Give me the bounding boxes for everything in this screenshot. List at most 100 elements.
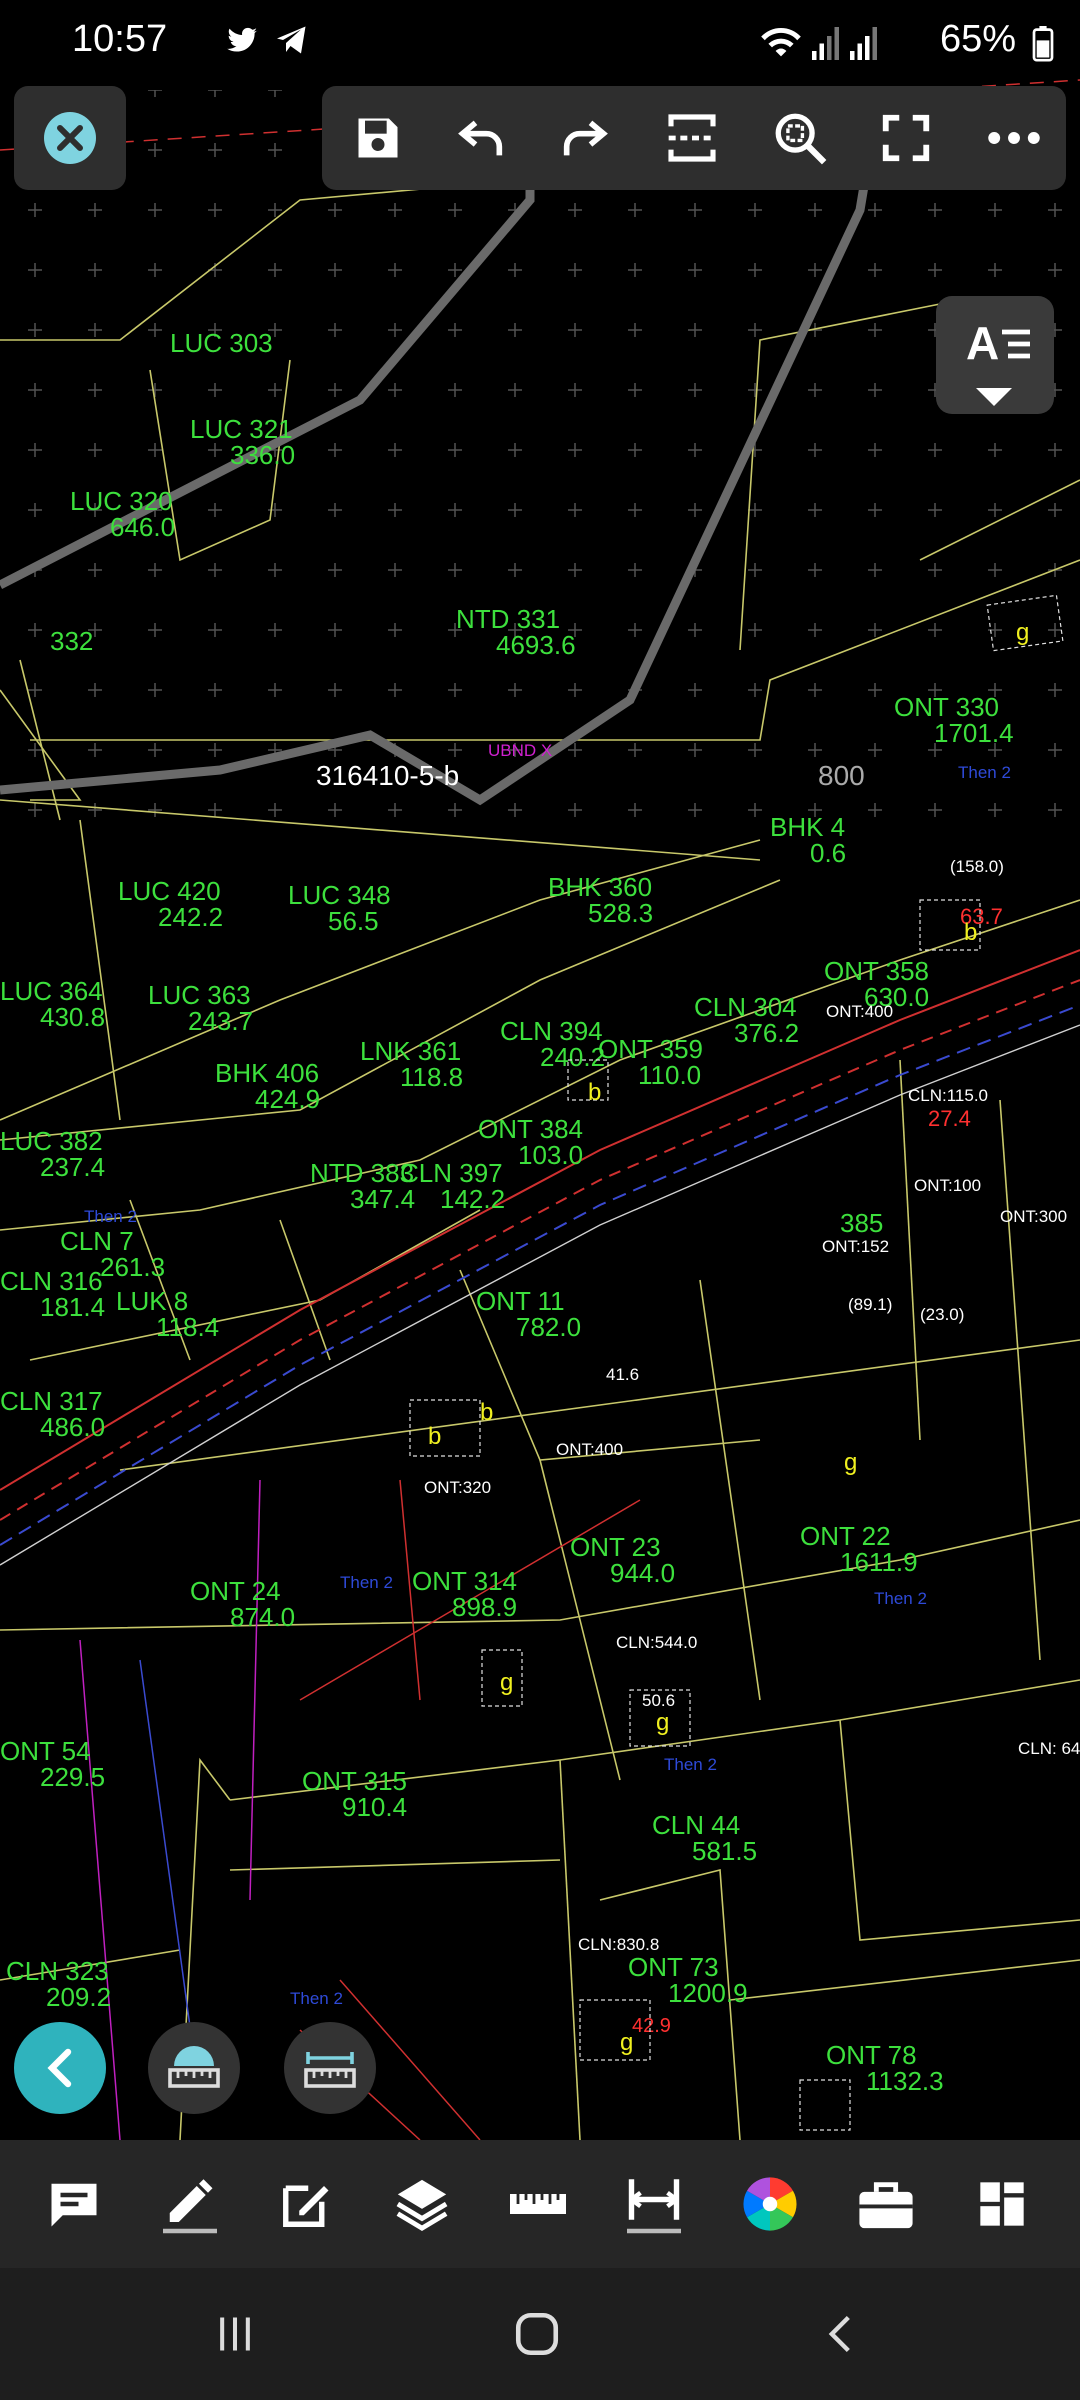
parcel-label: LUC 34856.5 bbox=[288, 880, 391, 936]
more-button[interactable] bbox=[968, 86, 1060, 190]
parcel-label: CLN 44581.5 bbox=[652, 1810, 757, 1866]
parcel-area: 261.3 bbox=[100, 1252, 165, 1282]
parcel-area: 528.3 bbox=[588, 898, 653, 928]
color-wheel-icon bbox=[743, 2177, 797, 2231]
home-button[interactable] bbox=[462, 2268, 612, 2400]
parcel-area: 782.0 bbox=[516, 1312, 581, 1342]
ont100-label: ONT:100 bbox=[914, 1176, 981, 1195]
ruler-button[interactable] bbox=[480, 2140, 596, 2268]
parcel-label: ONT 23944.0 bbox=[570, 1532, 675, 1588]
parcel-label: ONT 54229.5 bbox=[0, 1736, 105, 1792]
pencil-button[interactable] bbox=[132, 2140, 248, 2268]
then2-label: Then 2 bbox=[84, 1207, 137, 1226]
parcel-area: 229.5 bbox=[40, 1762, 105, 1792]
drawing-id-label: 316410-5-b bbox=[316, 760, 459, 791]
status-time: 10:57 bbox=[72, 18, 168, 60]
then2-label: Then 2 bbox=[958, 763, 1011, 782]
zoom-window-button[interactable] bbox=[754, 86, 846, 190]
parcel-area: 110.0 bbox=[638, 1060, 701, 1090]
back-button[interactable] bbox=[766, 2268, 916, 2400]
color-button[interactable] bbox=[712, 2140, 828, 2268]
then2-label: Then 2 bbox=[874, 1589, 927, 1608]
annotation-labels: UBND X ONT:400 ONT:400 ONT:320 ONT:152 O… bbox=[84, 741, 1080, 2037]
undo-button[interactable] bbox=[436, 86, 528, 190]
collapse-button[interactable] bbox=[14, 2022, 106, 2114]
svg-text:g: g bbox=[620, 2029, 633, 2056]
svg-text:g: g bbox=[656, 1709, 669, 1736]
svg-text:b: b bbox=[480, 1399, 493, 1426]
text-style-button[interactable]: A bbox=[936, 296, 1054, 414]
parcel-area: 56.5 bbox=[328, 906, 379, 936]
save-button[interactable] bbox=[332, 86, 424, 190]
parcel-area: 103.0 bbox=[518, 1140, 583, 1170]
home-icon bbox=[515, 2312, 559, 2356]
parcel-area: 0.6 bbox=[810, 838, 846, 868]
parcel-area: 376.2 bbox=[734, 1018, 799, 1048]
parcel-area: 118.8 bbox=[400, 1062, 463, 1092]
twitter-icon bbox=[227, 27, 258, 52]
chevron-down-icon bbox=[976, 388, 1012, 406]
lines-icon bbox=[1002, 329, 1030, 359]
wifi-icon bbox=[761, 27, 801, 57]
parcel-area: 874.0 bbox=[230, 1602, 295, 1632]
ubnd-label: UBND X bbox=[488, 741, 552, 760]
dimension-button[interactable] bbox=[596, 2140, 712, 2268]
toolbox-icon bbox=[859, 2182, 913, 2229]
pencil-icon bbox=[163, 2179, 217, 2234]
parcel-type-number: 385 bbox=[840, 1208, 883, 1238]
parcel-area: 142.2 bbox=[440, 1184, 505, 1214]
parcel-label: CLN 394240.2 bbox=[500, 1016, 605, 1072]
svg-text:g: g bbox=[500, 1669, 513, 1696]
cad-drawing-canvas[interactable]: 316410-5-b 800 LUC 303LUC 321336.0LUC 32… bbox=[0, 0, 1080, 2140]
small-area-label: (158.0) bbox=[950, 857, 1004, 876]
signal-icon bbox=[812, 27, 839, 60]
redo-icon bbox=[563, 120, 608, 156]
parcel-area: 1132.3 bbox=[866, 2066, 944, 2096]
svg-text:g: g bbox=[1016, 619, 1029, 646]
parcel-area: 242.2 bbox=[158, 902, 223, 932]
cln830-label: CLN:830.8 bbox=[578, 1935, 659, 1954]
redo-button[interactable] bbox=[538, 86, 630, 190]
toolbox-button[interactable] bbox=[828, 2140, 944, 2268]
parcel-area: 4693.6 bbox=[496, 630, 576, 660]
recent-apps-button[interactable] bbox=[160, 2268, 310, 2400]
status-bar: 10:57 65% bbox=[0, 0, 1080, 86]
fullscreen-button[interactable] bbox=[860, 86, 952, 190]
layers-button[interactable] bbox=[364, 2140, 480, 2268]
back-icon bbox=[828, 2315, 850, 2353]
parcel-label: LUC 303 bbox=[170, 328, 273, 358]
parcel-area: 1611.9 bbox=[840, 1547, 918, 1577]
grid-menu-button[interactable] bbox=[944, 2140, 1060, 2268]
area-measure-button[interactable] bbox=[148, 2022, 240, 2114]
parcel-label: 332 bbox=[50, 626, 93, 656]
area-measure-icon bbox=[168, 2046, 220, 2088]
parcel-label: ONT 221611.9 bbox=[800, 1521, 918, 1577]
parcel-label: CLN 397142.2 bbox=[400, 1158, 505, 1214]
bottom-toolbar bbox=[0, 2140, 1080, 2268]
parcel-label: LUC 363243.7 bbox=[148, 980, 253, 1036]
parcel-area: 898.9 bbox=[452, 1592, 517, 1622]
save-icon bbox=[358, 118, 398, 158]
parcel-area: 646.0 bbox=[110, 512, 175, 542]
parcel-label: 385 bbox=[840, 1208, 883, 1238]
parcel-area: 347.4 bbox=[350, 1184, 415, 1214]
fullscreen-icon bbox=[882, 114, 930, 162]
zoom-extents-button[interactable] bbox=[646, 86, 738, 190]
parcel-area: 944.0 bbox=[610, 1558, 675, 1588]
parcel-area: 243.7 bbox=[188, 1006, 253, 1036]
parcel-area: 1701.4 bbox=[934, 718, 1014, 748]
close-button[interactable] bbox=[14, 86, 126, 190]
parcel-label: ONT 315910.4 bbox=[302, 1766, 407, 1822]
edit-button[interactable] bbox=[248, 2140, 364, 2268]
parcel-label: ONT 11782.0 bbox=[476, 1286, 581, 1342]
parcel-area: 1200.9 bbox=[668, 1978, 748, 2008]
ont400-label: ONT:400 bbox=[826, 1002, 893, 1021]
comment-button[interactable] bbox=[16, 2140, 132, 2268]
then2-label: Then 2 bbox=[290, 1989, 343, 2008]
more-icon bbox=[988, 132, 1040, 144]
undo-icon bbox=[458, 120, 503, 156]
parcel-label: BHK 40.6 bbox=[770, 812, 846, 868]
distance-measure-button[interactable] bbox=[284, 2022, 376, 2114]
area-label: 50.6 bbox=[642, 1691, 675, 1710]
parcel-area: 209.2 bbox=[46, 1982, 111, 2012]
